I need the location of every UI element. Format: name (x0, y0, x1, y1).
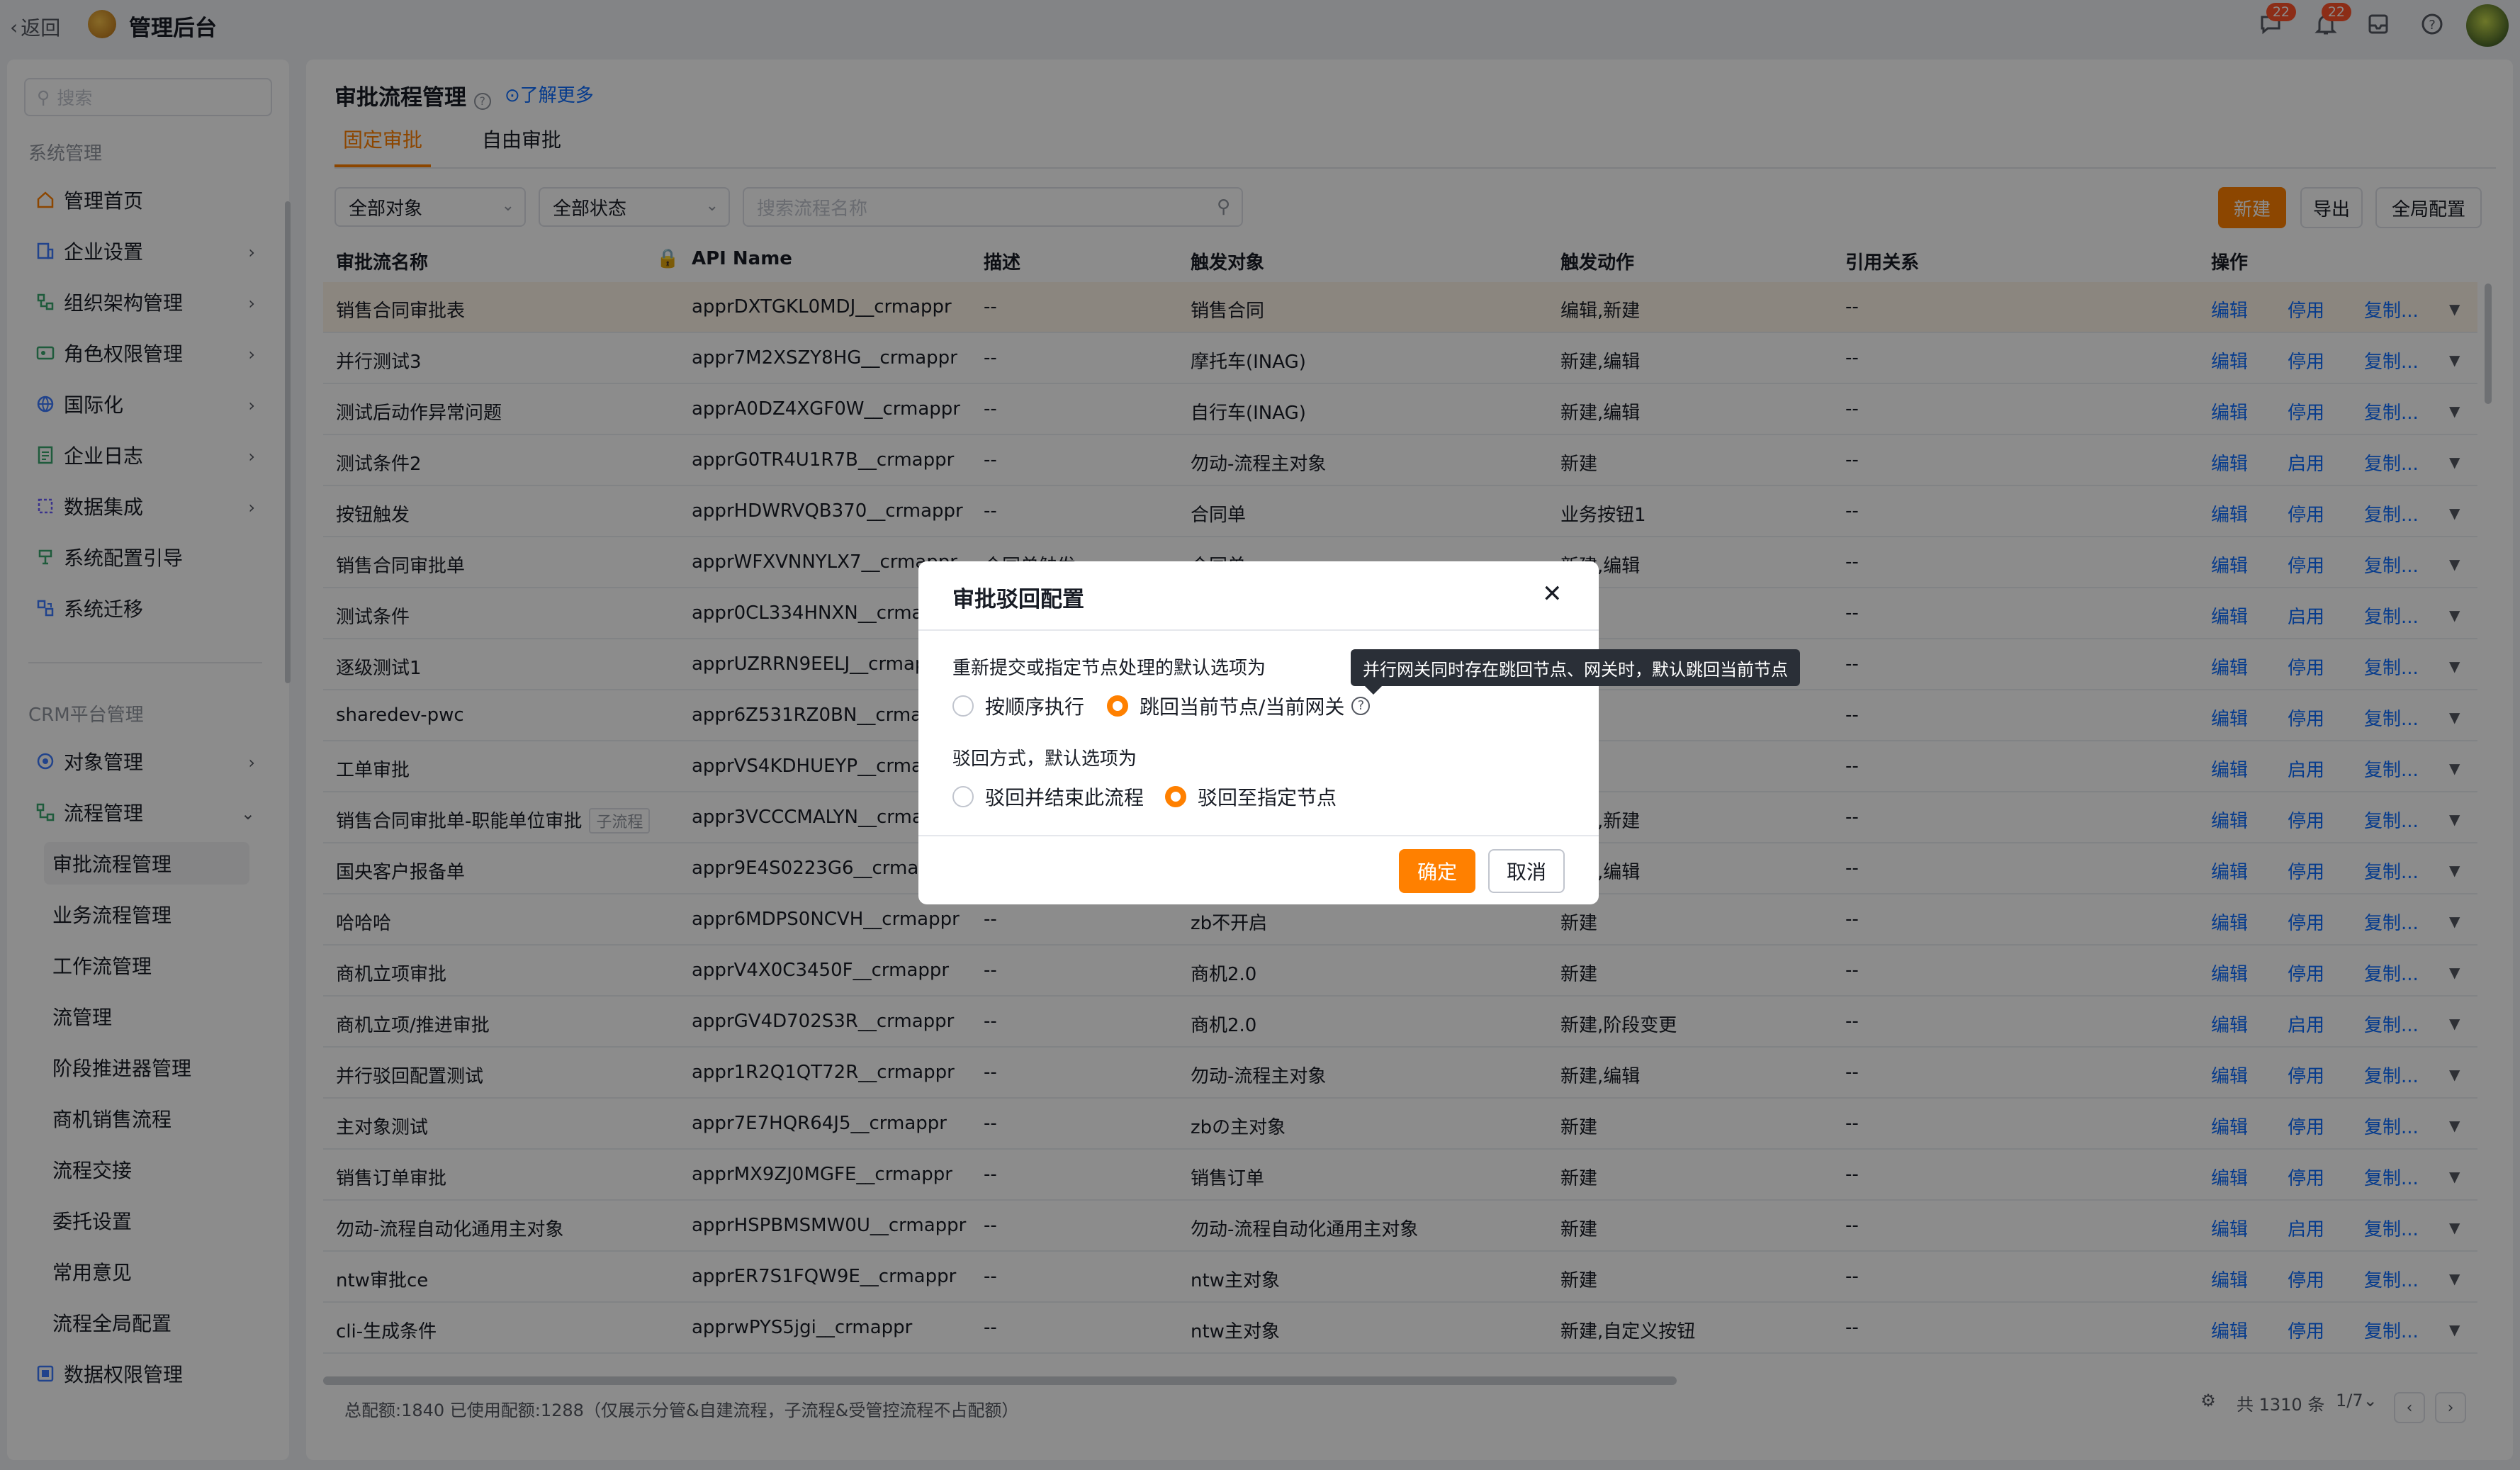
radio-reject-end[interactable]: 驳回并结束此流程 (952, 782, 1144, 811)
help-tooltip: 并行网关同时存在跳回节点、网关时，默认跳回当前节点 (1351, 649, 1800, 695)
radio-label: 驳回并结束此流程 (985, 786, 1144, 809)
radio-circle-checked (1165, 786, 1186, 807)
radio-label: 驳回至指定节点 (1198, 786, 1337, 809)
radio-circle (952, 695, 974, 717)
close-icon[interactable]: ✕ (1542, 580, 1563, 608)
radio-reject-node[interactable]: 驳回至指定节点 (1165, 782, 1337, 811)
help-icon[interactable]: ? (1351, 697, 1371, 715)
cancel-button[interactable]: 取消 (1488, 849, 1565, 893)
resubmit-question: 重新提交或指定节点处理的默认选项为 (952, 658, 1266, 679)
radio-circle-checked (1107, 695, 1128, 717)
dialog-footer-divider (918, 835, 1599, 836)
reject-config-dialog: 审批驳回配置 ✕ 重新提交或指定节点处理的默认选项为 按顺序执行 跳回当前节点/… (918, 561, 1599, 904)
reject-mode-question: 驳回方式，默认选项为 (952, 748, 1137, 770)
radio-label: 跳回当前节点/当前网关 (1140, 695, 1345, 719)
radio-sequential[interactable]: 按顺序执行 (952, 692, 1084, 720)
dialog-title: 审批驳回配置 (952, 587, 1084, 612)
radio-circle (952, 786, 974, 807)
dialog-divider (918, 629, 1599, 631)
radio-jump-back[interactable]: 跳回当前节点/当前网关? (1107, 692, 1371, 720)
confirm-button[interactable]: 确定 (1399, 849, 1475, 893)
radio-label: 按顺序执行 (985, 695, 1085, 719)
